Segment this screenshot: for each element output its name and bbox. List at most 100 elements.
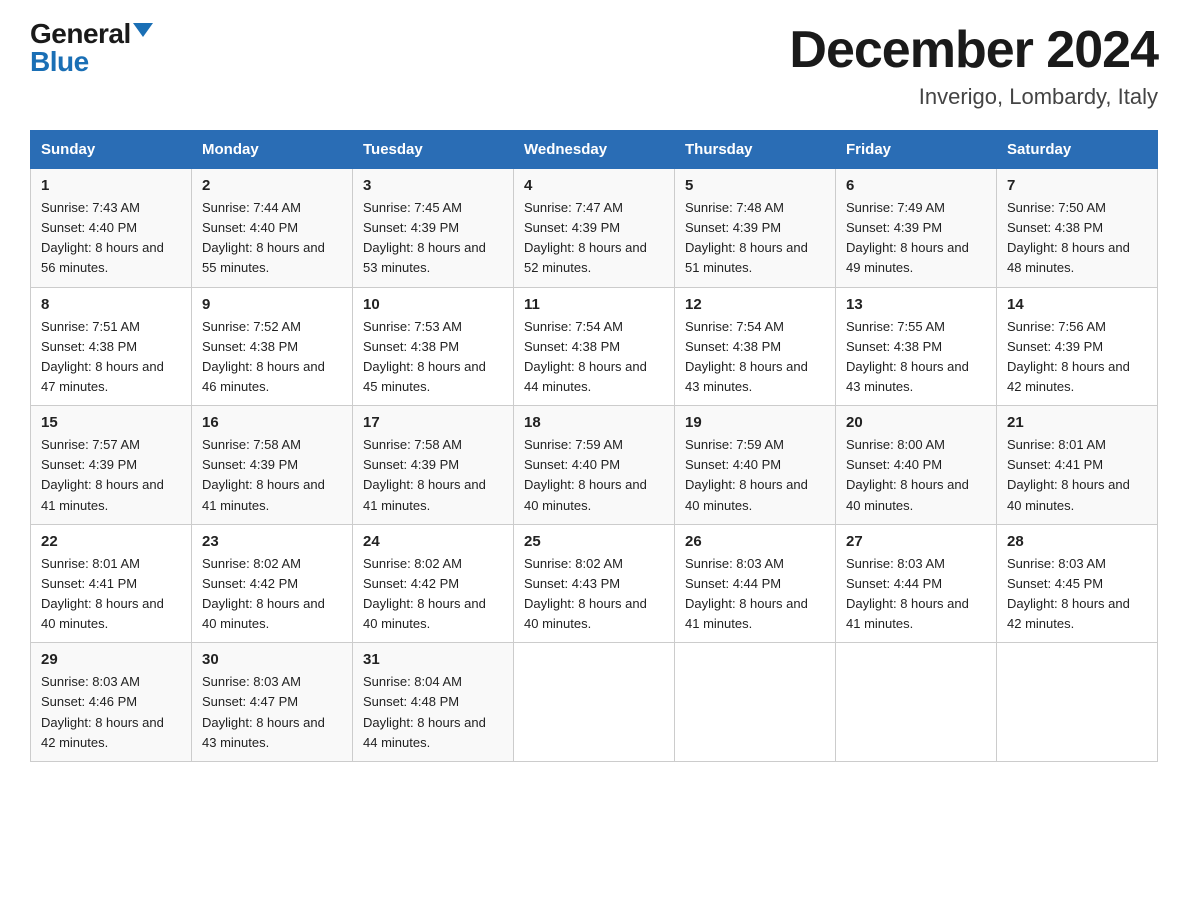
calendar-cell: 23 Sunrise: 8:02 AMSunset: 4:42 PMDaylig… bbox=[192, 524, 353, 643]
day-number: 29 bbox=[41, 651, 181, 668]
calendar-cell: 6 Sunrise: 7:49 AMSunset: 4:39 PMDayligh… bbox=[836, 169, 997, 288]
day-number: 1 bbox=[41, 177, 181, 194]
calendar-cell: 2 Sunrise: 7:44 AMSunset: 4:40 PMDayligh… bbox=[192, 169, 353, 288]
calendar-cell: 15 Sunrise: 7:57 AMSunset: 4:39 PMDaylig… bbox=[31, 406, 192, 525]
calendar-cell: 29 Sunrise: 8:03 AMSunset: 4:46 PMDaylig… bbox=[31, 643, 192, 762]
calendar-cell: 9 Sunrise: 7:52 AMSunset: 4:38 PMDayligh… bbox=[192, 287, 353, 406]
calendar-cell bbox=[997, 643, 1158, 762]
calendar-cell: 26 Sunrise: 8:03 AMSunset: 4:44 PMDaylig… bbox=[675, 524, 836, 643]
calendar-cell: 14 Sunrise: 7:56 AMSunset: 4:39 PMDaylig… bbox=[997, 287, 1158, 406]
day-number: 31 bbox=[363, 651, 503, 668]
day-number: 4 bbox=[524, 177, 664, 194]
logo: General Blue bbox=[30, 20, 153, 76]
calendar-cell: 19 Sunrise: 7:59 AMSunset: 4:40 PMDaylig… bbox=[675, 406, 836, 525]
day-info: Sunrise: 8:03 AMSunset: 4:47 PMDaylight:… bbox=[202, 674, 325, 749]
day-info: Sunrise: 8:02 AMSunset: 4:42 PMDaylight:… bbox=[202, 556, 325, 631]
day-info: Sunrise: 7:49 AMSunset: 4:39 PMDaylight:… bbox=[846, 200, 969, 275]
day-info: Sunrise: 8:01 AMSunset: 4:41 PMDaylight:… bbox=[1007, 437, 1130, 512]
calendar-cell: 22 Sunrise: 8:01 AMSunset: 4:41 PMDaylig… bbox=[31, 524, 192, 643]
day-number: 19 bbox=[685, 414, 825, 431]
day-info: Sunrise: 8:01 AMSunset: 4:41 PMDaylight:… bbox=[41, 556, 164, 631]
calendar-week-row: 1 Sunrise: 7:43 AMSunset: 4:40 PMDayligh… bbox=[31, 169, 1158, 288]
day-info: Sunrise: 7:58 AMSunset: 4:39 PMDaylight:… bbox=[202, 437, 325, 512]
calendar-week-row: 15 Sunrise: 7:57 AMSunset: 4:39 PMDaylig… bbox=[31, 406, 1158, 525]
day-number: 30 bbox=[202, 651, 342, 668]
calendar-cell: 1 Sunrise: 7:43 AMSunset: 4:40 PMDayligh… bbox=[31, 169, 192, 288]
calendar-cell: 17 Sunrise: 7:58 AMSunset: 4:39 PMDaylig… bbox=[353, 406, 514, 525]
day-info: Sunrise: 7:50 AMSunset: 4:38 PMDaylight:… bbox=[1007, 200, 1130, 275]
calendar-header-row: SundayMondayTuesdayWednesdayThursdayFrid… bbox=[31, 131, 1158, 169]
day-info: Sunrise: 7:59 AMSunset: 4:40 PMDaylight:… bbox=[524, 437, 647, 512]
calendar-cell: 18 Sunrise: 7:59 AMSunset: 4:40 PMDaylig… bbox=[514, 406, 675, 525]
calendar-cell: 30 Sunrise: 8:03 AMSunset: 4:47 PMDaylig… bbox=[192, 643, 353, 762]
day-number: 13 bbox=[846, 296, 986, 313]
day-number: 16 bbox=[202, 414, 342, 431]
calendar-cell: 7 Sunrise: 7:50 AMSunset: 4:38 PMDayligh… bbox=[997, 169, 1158, 288]
calendar-cell: 20 Sunrise: 8:00 AMSunset: 4:40 PMDaylig… bbox=[836, 406, 997, 525]
day-number: 8 bbox=[41, 296, 181, 313]
day-number: 15 bbox=[41, 414, 181, 431]
logo-blue-text: Blue bbox=[30, 48, 153, 76]
day-info: Sunrise: 8:02 AMSunset: 4:42 PMDaylight:… bbox=[363, 556, 486, 631]
day-number: 9 bbox=[202, 296, 342, 313]
day-info: Sunrise: 7:52 AMSunset: 4:38 PMDaylight:… bbox=[202, 319, 325, 394]
title-block: December 2024 Inverigo, Lombardy, Italy bbox=[789, 20, 1158, 110]
col-header-sunday: Sunday bbox=[31, 131, 192, 169]
calendar-week-row: 29 Sunrise: 8:03 AMSunset: 4:46 PMDaylig… bbox=[31, 643, 1158, 762]
day-info: Sunrise: 7:57 AMSunset: 4:39 PMDaylight:… bbox=[41, 437, 164, 512]
day-number: 7 bbox=[1007, 177, 1147, 194]
day-info: Sunrise: 8:03 AMSunset: 4:45 PMDaylight:… bbox=[1007, 556, 1130, 631]
day-number: 20 bbox=[846, 414, 986, 431]
day-number: 18 bbox=[524, 414, 664, 431]
calendar-cell: 3 Sunrise: 7:45 AMSunset: 4:39 PMDayligh… bbox=[353, 169, 514, 288]
calendar-cell bbox=[836, 643, 997, 762]
calendar-cell: 28 Sunrise: 8:03 AMSunset: 4:45 PMDaylig… bbox=[997, 524, 1158, 643]
calendar-cell: 13 Sunrise: 7:55 AMSunset: 4:38 PMDaylig… bbox=[836, 287, 997, 406]
day-info: Sunrise: 7:53 AMSunset: 4:38 PMDaylight:… bbox=[363, 319, 486, 394]
day-number: 26 bbox=[685, 533, 825, 550]
day-number: 3 bbox=[363, 177, 503, 194]
col-header-wednesday: Wednesday bbox=[514, 131, 675, 169]
calendar-cell: 27 Sunrise: 8:03 AMSunset: 4:44 PMDaylig… bbox=[836, 524, 997, 643]
day-number: 14 bbox=[1007, 296, 1147, 313]
day-info: Sunrise: 7:56 AMSunset: 4:39 PMDaylight:… bbox=[1007, 319, 1130, 394]
day-info: Sunrise: 7:58 AMSunset: 4:39 PMDaylight:… bbox=[363, 437, 486, 512]
day-info: Sunrise: 8:03 AMSunset: 4:46 PMDaylight:… bbox=[41, 674, 164, 749]
day-number: 28 bbox=[1007, 533, 1147, 550]
day-number: 10 bbox=[363, 296, 503, 313]
day-number: 24 bbox=[363, 533, 503, 550]
day-number: 5 bbox=[685, 177, 825, 194]
calendar-cell: 8 Sunrise: 7:51 AMSunset: 4:38 PMDayligh… bbox=[31, 287, 192, 406]
logo-triangle-icon bbox=[133, 23, 153, 37]
day-info: Sunrise: 7:47 AMSunset: 4:39 PMDaylight:… bbox=[524, 200, 647, 275]
calendar-cell: 16 Sunrise: 7:58 AMSunset: 4:39 PMDaylig… bbox=[192, 406, 353, 525]
day-number: 25 bbox=[524, 533, 664, 550]
calendar-cell bbox=[675, 643, 836, 762]
calendar-cell: 21 Sunrise: 8:01 AMSunset: 4:41 PMDaylig… bbox=[997, 406, 1158, 525]
calendar-cell bbox=[514, 643, 675, 762]
day-number: 2 bbox=[202, 177, 342, 194]
calendar-table: SundayMondayTuesdayWednesdayThursdayFrid… bbox=[30, 130, 1158, 762]
calendar-cell: 24 Sunrise: 8:02 AMSunset: 4:42 PMDaylig… bbox=[353, 524, 514, 643]
col-header-thursday: Thursday bbox=[675, 131, 836, 169]
month-title: December 2024 bbox=[789, 20, 1158, 80]
day-info: Sunrise: 8:02 AMSunset: 4:43 PMDaylight:… bbox=[524, 556, 647, 631]
page-header: General Blue December 2024 Inverigo, Lom… bbox=[30, 20, 1158, 110]
calendar-cell: 12 Sunrise: 7:54 AMSunset: 4:38 PMDaylig… bbox=[675, 287, 836, 406]
day-info: Sunrise: 8:03 AMSunset: 4:44 PMDaylight:… bbox=[685, 556, 808, 631]
day-info: Sunrise: 7:51 AMSunset: 4:38 PMDaylight:… bbox=[41, 319, 164, 394]
day-number: 6 bbox=[846, 177, 986, 194]
day-info: Sunrise: 7:45 AMSunset: 4:39 PMDaylight:… bbox=[363, 200, 486, 275]
col-header-friday: Friday bbox=[836, 131, 997, 169]
logo-general-text: General bbox=[30, 20, 131, 48]
day-info: Sunrise: 7:55 AMSunset: 4:38 PMDaylight:… bbox=[846, 319, 969, 394]
day-number: 21 bbox=[1007, 414, 1147, 431]
calendar-week-row: 22 Sunrise: 8:01 AMSunset: 4:41 PMDaylig… bbox=[31, 524, 1158, 643]
col-header-saturday: Saturday bbox=[997, 131, 1158, 169]
calendar-cell: 11 Sunrise: 7:54 AMSunset: 4:38 PMDaylig… bbox=[514, 287, 675, 406]
calendar-cell: 25 Sunrise: 8:02 AMSunset: 4:43 PMDaylig… bbox=[514, 524, 675, 643]
day-info: Sunrise: 7:54 AMSunset: 4:38 PMDaylight:… bbox=[685, 319, 808, 394]
calendar-cell: 5 Sunrise: 7:48 AMSunset: 4:39 PMDayligh… bbox=[675, 169, 836, 288]
location-title: Inverigo, Lombardy, Italy bbox=[789, 84, 1158, 110]
col-header-tuesday: Tuesday bbox=[353, 131, 514, 169]
